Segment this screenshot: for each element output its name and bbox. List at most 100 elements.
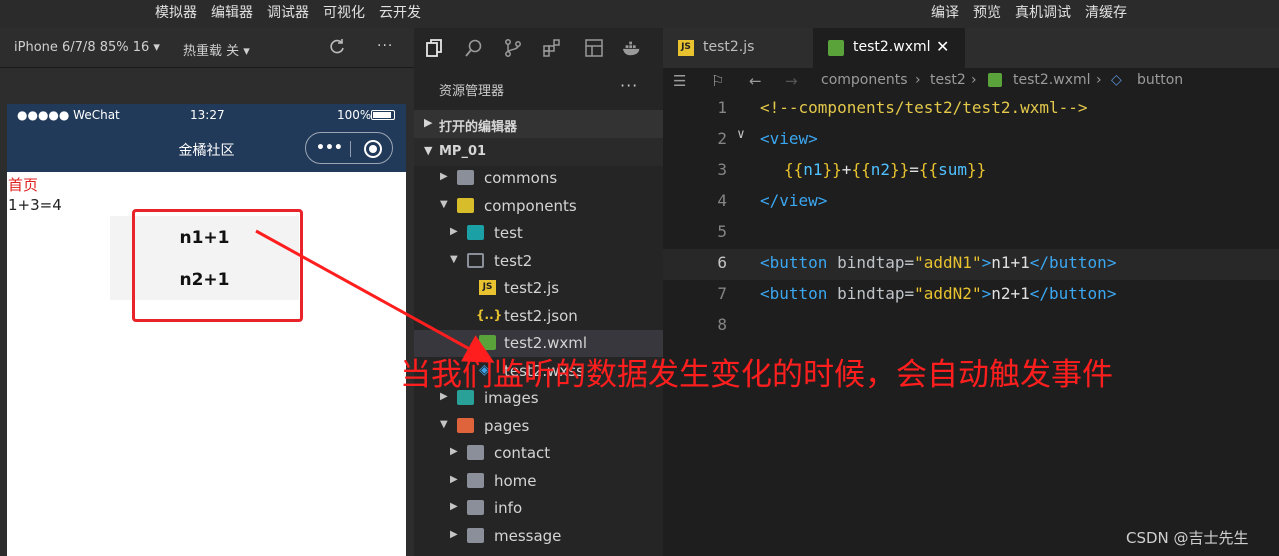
code-token: + bbox=[841, 160, 852, 179]
tree-item-label: info bbox=[494, 499, 523, 517]
menu-simulator[interactable]: 模拟器 bbox=[155, 2, 197, 22]
refresh-icon[interactable] bbox=[328, 38, 346, 56]
source-control-icon[interactable] bbox=[503, 38, 523, 58]
tree-item-test2-js[interactable]: JS test2.js bbox=[414, 275, 663, 302]
simulator-toolbar: iPhone 6/7/8 85% 16 ▾ 热重载 关 ▾ ··· bbox=[0, 28, 414, 68]
back-arrow-icon[interactable]: ← bbox=[749, 72, 762, 90]
tree-item-label: test2.wxml bbox=[504, 334, 588, 352]
code-line: 7 <button bindtap="addN2">n2+1</button> bbox=[663, 280, 1279, 311]
tab-label: test2.js bbox=[703, 39, 755, 55]
line-number: 1 bbox=[717, 98, 727, 117]
code-token: }} bbox=[889, 160, 910, 179]
tree-item-test[interactable]: ▶ test bbox=[414, 220, 663, 247]
menu-editor[interactable]: 编辑器 bbox=[211, 2, 253, 22]
code-token: > bbox=[981, 284, 992, 303]
tab-test2-wxml[interactable]: test2.wxml ✕ bbox=[813, 28, 965, 68]
hot-reload-toggle[interactable]: 热重载 关 ▾ bbox=[183, 40, 250, 59]
breadcrumb-button[interactable]: button bbox=[1137, 72, 1183, 88]
preview-button[interactable]: 预览 bbox=[973, 2, 1001, 22]
folder-open-icon bbox=[467, 253, 484, 268]
tree-item-contact[interactable]: ▶ contact bbox=[414, 440, 663, 467]
tree-item-label: components bbox=[484, 197, 577, 215]
tree-item-components[interactable]: ▼ components bbox=[414, 193, 663, 220]
docker-icon[interactable] bbox=[622, 38, 642, 58]
folder-icon bbox=[467, 528, 484, 543]
tree-item-label: home bbox=[494, 472, 537, 490]
open-editors-section[interactable]: ▶ 打开的编辑器 bbox=[414, 110, 663, 138]
explorer-panel: 资源管理器 ··· ▶ 打开的编辑器 ▼ MP_01 ▶ commons ▼ c… bbox=[414, 68, 663, 556]
forward-arrow-icon[interactable]: → bbox=[785, 72, 798, 90]
layout-icon[interactable] bbox=[584, 38, 604, 58]
tree-item-label: test2 bbox=[494, 252, 533, 270]
code-line: 1 <!--components/test2/test2.wxml--> bbox=[663, 94, 1279, 125]
clear-cache-button[interactable]: 清缓存 bbox=[1085, 2, 1127, 22]
code-token: "addN2" bbox=[914, 284, 982, 303]
menu-visual[interactable]: 可视化 bbox=[323, 2, 365, 22]
close-miniprogram-icon[interactable] bbox=[364, 140, 382, 158]
chevron-right-icon: ▶ bbox=[440, 171, 448, 182]
breadcrumb-file[interactable]: test2.wxml bbox=[1013, 72, 1091, 88]
search-icon[interactable] bbox=[464, 38, 484, 58]
code-line-current: 6 <button bindtap="addN1">n1+1</button> bbox=[663, 249, 1279, 280]
home-link[interactable]: 首页 bbox=[8, 174, 38, 195]
menu-dots-icon[interactable]: ••• bbox=[316, 141, 343, 155]
menu-cloud[interactable]: 云开发 bbox=[379, 2, 421, 22]
chevron-down-icon: ▼ bbox=[424, 144, 433, 157]
code-token: {{ bbox=[784, 160, 804, 179]
device-select[interactable]: iPhone 6/7/8 85% 16 ▾ bbox=[14, 40, 160, 55]
project-section[interactable]: ▼ MP_01 bbox=[414, 138, 663, 166]
breadcrumb: ☰ ⚐ ← → components › test2 › test2.wxml … bbox=[663, 68, 1279, 94]
tree-item-label: message bbox=[494, 527, 562, 545]
phone-navbar: 金橘社区 ••• bbox=[7, 126, 406, 172]
code-token: n1 bbox=[803, 160, 823, 179]
chevron-right-icon: ▶ bbox=[450, 226, 458, 237]
close-icon[interactable]: ✕ bbox=[936, 37, 949, 56]
bookmark-icon[interactable]: ⚐ bbox=[711, 72, 724, 90]
files-icon[interactable] bbox=[424, 38, 444, 58]
chevron-down-icon[interactable]: ∨ bbox=[737, 127, 745, 142]
tree-item-test2-json[interactable]: {..} test2.json bbox=[414, 303, 663, 330]
code-token: {{ bbox=[918, 160, 939, 179]
folder-icon bbox=[467, 473, 484, 488]
list-icon[interactable]: ☰ bbox=[673, 72, 686, 90]
carrier-text: ●●●●● WeChat bbox=[17, 108, 120, 122]
line-number: 4 bbox=[717, 191, 727, 210]
tree-item-label: test2.json bbox=[504, 307, 578, 325]
chevron-right-icon: ▶ bbox=[450, 474, 458, 485]
chevron-right-icon: › bbox=[915, 72, 921, 88]
more-icon[interactable]: ··· bbox=[377, 38, 393, 54]
tree-item-test2-wxml[interactable]: test2.wxml bbox=[414, 330, 663, 357]
extensions-icon[interactable] bbox=[542, 38, 562, 58]
menu-debugger[interactable]: 调试器 bbox=[267, 2, 309, 22]
app-window: 模拟器 编辑器 调试器 可视化 云开发 编译 预览 真机调试 清缓存 iPhon… bbox=[0, 0, 1279, 556]
code-token: <button bbox=[760, 284, 828, 303]
code-token: n2+1 bbox=[991, 284, 1030, 303]
code-token: sum bbox=[938, 160, 968, 179]
tree-item-info[interactable]: ▶ info bbox=[414, 495, 663, 522]
folder-icon bbox=[467, 445, 484, 460]
tree-item-label: test2.js bbox=[504, 279, 560, 297]
breadcrumb-components[interactable]: components bbox=[821, 72, 908, 88]
capsule-menu[interactable]: ••• bbox=[305, 132, 393, 164]
chevron-right-icon: ▶ bbox=[450, 446, 458, 457]
remote-debug-button[interactable]: 真机调试 bbox=[1015, 2, 1071, 22]
cube-icon: ◇ bbox=[1111, 72, 1122, 88]
compile-button[interactable]: 编译 bbox=[931, 2, 959, 22]
code-text: <button bindtap="addN2">n2+1</button> bbox=[760, 284, 1116, 303]
annotation-text: 当我们监听的数据发生变化的时候，会自动触发事件 bbox=[400, 357, 1113, 393]
js-file-icon: JS bbox=[479, 280, 496, 295]
status-time: 13:27 bbox=[190, 108, 225, 122]
editor-tabs: JS test2.js test2.wxml ✕ bbox=[663, 28, 1279, 68]
explorer-more-icon[interactable]: ··· bbox=[620, 76, 638, 95]
tree-item-commons[interactable]: ▶ commons bbox=[414, 165, 663, 192]
components-folder-icon bbox=[457, 198, 474, 213]
code-line: 8 bbox=[663, 311, 1279, 342]
code-editor[interactable]: 1 <!--components/test2/test2.wxml--> 2 ∨… bbox=[663, 94, 1279, 556]
tab-test2-js[interactable]: JS test2.js bbox=[663, 28, 811, 68]
tree-item-label: contact bbox=[494, 444, 551, 462]
breadcrumb-test2[interactable]: test2 bbox=[930, 72, 966, 88]
tree-item-home[interactable]: ▶ home bbox=[414, 468, 663, 495]
tree-item-message[interactable]: ▶ message bbox=[414, 523, 663, 550]
tree-item-test2[interactable]: ▼ test2 bbox=[414, 248, 663, 275]
tree-item-pages[interactable]: ▼ pages bbox=[414, 413, 663, 440]
